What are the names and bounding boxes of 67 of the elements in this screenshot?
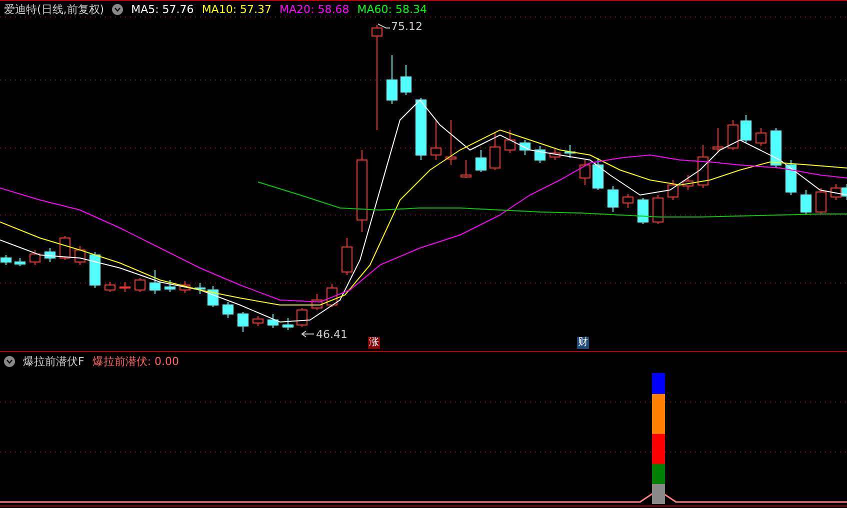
candlestick bbox=[430, 120, 442, 160]
candlestick bbox=[238, 312, 248, 332]
candlestick bbox=[622, 194, 634, 208]
candlestick bbox=[180, 280, 190, 294]
moving-average-legend: MA60: 58.34 bbox=[357, 4, 427, 14]
candlestick bbox=[0, 254, 12, 266]
candlestick bbox=[712, 128, 724, 152]
candlestick bbox=[698, 144, 708, 188]
candlestick bbox=[44, 248, 56, 262]
candlestick bbox=[400, 64, 412, 96]
event-badge[interactable]: 财 bbox=[577, 337, 589, 349]
moving-average-legend: MA10: 57.37 bbox=[202, 4, 272, 14]
dropdown-icon[interactable] bbox=[4, 356, 15, 366]
dropdown-icon[interactable] bbox=[112, 4, 124, 14]
candlestick bbox=[520, 140, 530, 156]
candlestick bbox=[682, 174, 694, 190]
candlestick bbox=[60, 236, 70, 260]
candlestick bbox=[638, 198, 648, 224]
candlestick bbox=[580, 160, 590, 186]
candlestick bbox=[460, 160, 472, 178]
candlestick bbox=[534, 146, 546, 164]
candlestick bbox=[770, 128, 782, 168]
candlestick bbox=[476, 150, 486, 172]
candlestick bbox=[104, 282, 116, 292]
candlestick bbox=[386, 54, 398, 104]
candlestick bbox=[194, 282, 206, 294]
candlestick bbox=[120, 282, 130, 292]
candlestick bbox=[446, 120, 456, 166]
candlestick bbox=[800, 190, 812, 216]
moving-average-legend: MA20: 58.68 bbox=[280, 4, 350, 14]
candlestick bbox=[816, 188, 826, 214]
candlestick bbox=[728, 120, 738, 150]
price-marker: 75.12 bbox=[391, 21, 422, 32]
event-badge[interactable]: 涨 bbox=[368, 337, 380, 349]
candlestick bbox=[504, 130, 516, 154]
candlestick bbox=[550, 148, 560, 160]
candlestick bbox=[14, 258, 26, 266]
candlestick bbox=[74, 246, 86, 266]
candlestick bbox=[490, 132, 500, 170]
candlestick bbox=[668, 180, 678, 200]
candlestick bbox=[282, 318, 294, 330]
moving-average-legend: MA5: 57.76 bbox=[131, 4, 194, 14]
candlestick bbox=[608, 186, 618, 212]
candlestick bbox=[652, 194, 664, 224]
candlestick bbox=[252, 316, 264, 326]
candlestick bbox=[756, 128, 766, 146]
candlestick bbox=[90, 252, 100, 288]
candlestick bbox=[268, 314, 278, 328]
candlestick bbox=[786, 160, 796, 196]
leader-line bbox=[378, 24, 390, 28]
price-marker: 46.41 bbox=[316, 329, 348, 340]
candlestick bbox=[296, 308, 308, 328]
candlestick bbox=[222, 302, 234, 318]
indicator-value: 爆拉前潜伏: 0.00 bbox=[92, 356, 180, 366]
candlestick bbox=[30, 250, 40, 266]
candlestick bbox=[740, 114, 752, 144]
candlestick bbox=[342, 238, 352, 276]
candlestick bbox=[592, 158, 604, 190]
candlestick bbox=[312, 294, 322, 310]
candlestick bbox=[150, 270, 160, 294]
candlestick bbox=[164, 280, 176, 292]
leader-line bbox=[301, 330, 314, 338]
candlestick bbox=[134, 278, 146, 292]
candlestick bbox=[416, 98, 426, 160]
indicator-name: 爆拉前潜伏F bbox=[23, 356, 84, 366]
candlestick bbox=[564, 144, 576, 158]
chart-title: 爱迪特(日线,前复权) bbox=[4, 4, 104, 14]
